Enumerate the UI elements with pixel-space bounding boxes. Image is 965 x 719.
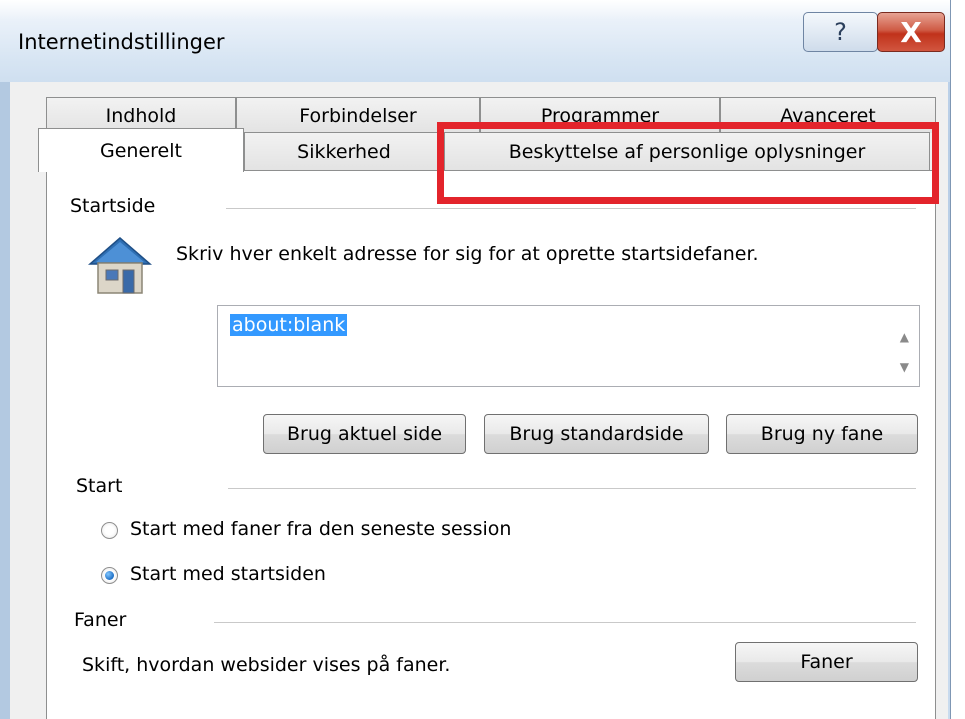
scroll-up-icon[interactable]: ▲ <box>900 330 909 344</box>
use-default-button[interactable]: Brug standardside <box>484 414 709 454</box>
help-button[interactable]: ? <box>803 12 878 52</box>
radio-label-home-page[interactable]: Start med startsiden <box>130 563 326 585</box>
section-title-faner: Faner <box>74 609 127 631</box>
radio-home-page[interactable] <box>101 567 118 584</box>
home-page-description: Skriv hver enkelt adresse for sig for at… <box>176 243 759 265</box>
scroll-down-icon[interactable]: ▼ <box>900 360 909 374</box>
help-icon: ? <box>834 18 847 46</box>
highlight-annotation <box>437 122 939 204</box>
window-title: Internetindstillinger <box>18 30 225 54</box>
use-new-tab-button[interactable]: Brug ny fane <box>726 414 918 454</box>
radio-last-session[interactable] <box>101 522 118 539</box>
window-frame <box>0 80 10 719</box>
internet-options-dialog: Internetindstillinger ? X Indhold Forbin… <box>0 0 951 719</box>
tab-sikkerhed[interactable]: Sikkerhed <box>244 132 444 170</box>
section-divider <box>226 208 916 209</box>
home-page-address-value[interactable]: about:blank <box>230 314 348 336</box>
use-current-button[interactable]: Brug aktuel side <box>263 414 466 454</box>
tab-generelt[interactable]: Generelt <box>38 128 244 172</box>
title-bar: Internetindstillinger ? X <box>0 0 950 82</box>
home-page-address-input[interactable]: about:blank ▲ ▼ <box>217 305 920 387</box>
tabs-description: Skift, hvordan websider vises på faner. <box>82 654 451 676</box>
radio-label-last-session[interactable]: Start med faner fra den seneste session <box>130 518 511 540</box>
section-title-start: Start <box>76 475 123 497</box>
section-divider <box>228 488 916 489</box>
close-button[interactable]: X <box>877 12 945 52</box>
section-title-startside: Startside <box>70 195 156 217</box>
home-icon <box>86 234 154 296</box>
close-icon: X <box>900 15 922 49</box>
section-divider <box>214 622 916 623</box>
tabs-settings-button[interactable]: Faner <box>735 642 918 682</box>
